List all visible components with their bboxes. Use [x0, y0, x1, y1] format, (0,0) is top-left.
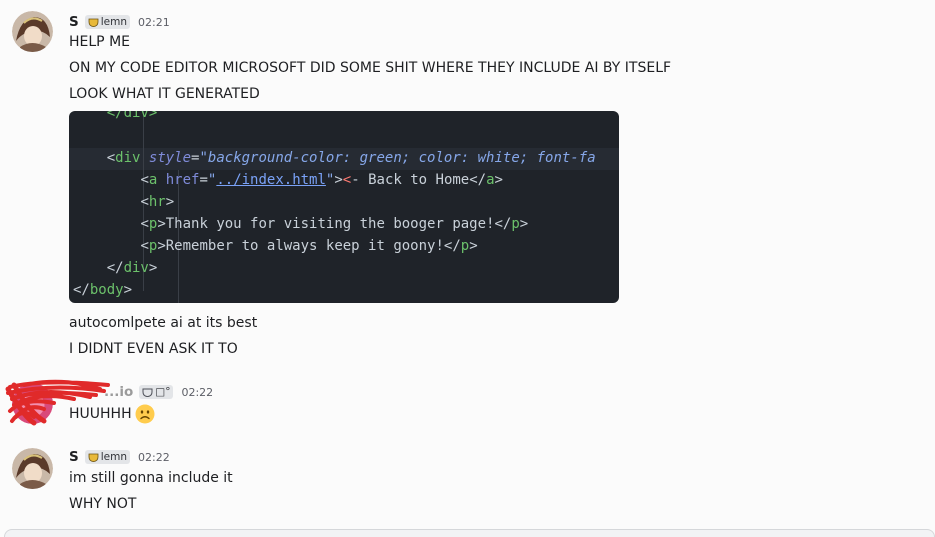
code-line: </div>	[106, 260, 158, 276]
frowning-face-icon	[135, 404, 155, 424]
message-header: ...io □° 02:22	[104, 383, 213, 401]
shield-icon	[88, 18, 99, 27]
message-text: LOOK WHAT IT GENERATED	[69, 86, 260, 102]
code-line: <p>Remember to always keep it goony!</p>	[140, 238, 478, 254]
username[interactable]: S	[69, 14, 79, 30]
avatar[interactable]	[12, 11, 53, 52]
message-input-edge[interactable]	[4, 529, 935, 537]
message-header: S lemn 02:22	[69, 448, 170, 466]
timestamp[interactable]: 02:21	[138, 16, 170, 29]
guild-tag[interactable]: □°	[139, 385, 174, 399]
message-text: im still gonna include it	[69, 470, 233, 486]
guild-tag[interactable]: lemn	[84, 15, 130, 29]
code-line: <hr>	[140, 194, 175, 210]
timestamp[interactable]: 02:22	[181, 386, 213, 399]
shield-icon	[142, 388, 153, 397]
code-line: <a href="../index.html"><- Back to Home<…	[140, 172, 503, 188]
message-header: S lemn 02:21	[69, 13, 170, 31]
code-line: <p>Thank you for visiting the booger pag…	[140, 216, 529, 232]
username[interactable]: S	[69, 449, 79, 465]
message-text: I DIDNT EVEN ASK IT TO	[69, 341, 238, 357]
message-group: ...io □° 02:22 HUUHHH	[0, 379, 935, 427]
message-text-row: HUUHHH	[69, 404, 155, 424]
message-text: ON MY CODE EDITOR MICROSOFT DID SOME SHI…	[69, 60, 672, 76]
timestamp[interactable]: 02:22	[138, 451, 170, 464]
code-line: <div style="background-color: green; col…	[106, 150, 596, 166]
username[interactable]: ...io	[104, 384, 133, 400]
message-text: HUUHHH	[69, 406, 132, 422]
code-line: </body>	[73, 282, 133, 298]
message-text: WHY NOT	[69, 496, 137, 512]
message-text: HELP ME	[69, 34, 130, 50]
shield-icon	[88, 453, 99, 462]
avatar[interactable]	[12, 448, 53, 489]
message-text: autocomlpete ai at its best	[69, 315, 258, 331]
guild-tag-label: lemn	[100, 16, 127, 28]
guild-tag[interactable]: lemn	[84, 450, 130, 464]
guild-tag-label: lemn	[100, 451, 127, 463]
chat-messages: S lemn 02:21 HELP ME ON MY CODE EDITOR M…	[0, 0, 935, 537]
guild-tag-label: □°	[155, 386, 171, 398]
code-line: </div>	[73, 111, 158, 121]
message-group: S lemn 02:22 im still gonna include it W…	[0, 447, 935, 517]
code-screenshot-attachment[interactable]: </div> <div style="background-color: gre…	[69, 111, 619, 303]
